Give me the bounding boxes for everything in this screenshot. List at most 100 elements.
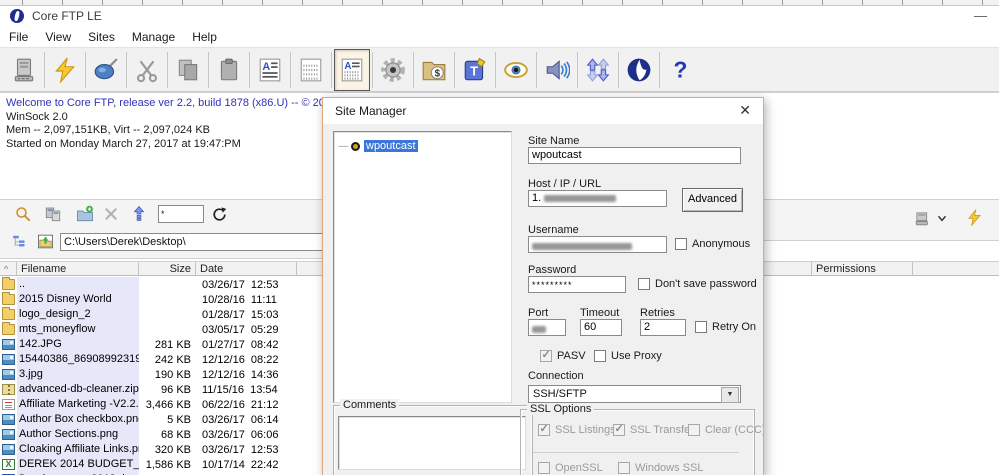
view-log-button[interactable]: A bbox=[252, 49, 288, 91]
file-name[interactable]: 2015 Disney World bbox=[17, 292, 139, 307]
timeout-input[interactable]: 60 bbox=[580, 319, 622, 336]
file-name[interactable]: mts_moneyflow bbox=[17, 322, 139, 337]
image-icon bbox=[2, 353, 15, 365]
port-input[interactable] bbox=[528, 319, 566, 336]
connection-dropdown-value: SSH/SFTP bbox=[533, 388, 587, 400]
help-button[interactable]: ? bbox=[662, 49, 698, 91]
windows-ssl-checkbox[interactable]: Windows SSL bbox=[618, 462, 703, 474]
file-name[interactable]: logo_design_2 bbox=[17, 307, 139, 322]
size-column-header[interactable]: Size bbox=[139, 262, 196, 275]
toolbar-separator bbox=[249, 51, 250, 88]
pasv-checkbox[interactable]: PASV bbox=[540, 348, 586, 362]
transfers-button[interactable] bbox=[580, 49, 616, 91]
toolbar-separator bbox=[126, 51, 127, 88]
refresh-button[interactable] bbox=[208, 203, 230, 225]
anonymous-checkbox[interactable]: Anonymous bbox=[675, 238, 750, 250]
file-date: 11/15/16 13:54 bbox=[202, 383, 278, 396]
file-name[interactable]: Author Box checkbox.png bbox=[17, 412, 139, 427]
tree-view-button[interactable] bbox=[8, 230, 30, 252]
cut-button[interactable] bbox=[129, 49, 165, 91]
search-button[interactable] bbox=[12, 203, 34, 225]
remote-host-dropdown-button[interactable] bbox=[931, 207, 953, 229]
dropdown-arrow-icon[interactable]: ▼ bbox=[721, 387, 739, 403]
ssl-listings-checkbox[interactable]: SSL Listings bbox=[538, 422, 616, 436]
hosts-button[interactable] bbox=[6, 49, 42, 91]
clear-ccc--checkbox[interactable]: Clear (CCC) bbox=[688, 424, 763, 436]
notes-button[interactable]: T bbox=[457, 49, 493, 91]
dont-save-password-checkbox[interactable]: Don't save password bbox=[638, 278, 757, 290]
notepad-icon: T bbox=[464, 57, 486, 80]
file-date: 10/17/14 22:42 bbox=[202, 458, 279, 471]
file-name[interactable]: Cloaking Affiliate Links.png bbox=[17, 442, 139, 457]
options-button[interactable] bbox=[375, 49, 411, 91]
file-name[interactable]: 142.JPG bbox=[17, 337, 139, 352]
host-input[interactable]: 1. bbox=[528, 190, 667, 207]
toolbar-separator bbox=[44, 51, 45, 88]
checkbox-box bbox=[538, 462, 550, 474]
menu-manage[interactable]: Manage bbox=[132, 28, 175, 47]
checkbox-box bbox=[688, 424, 700, 436]
file-name[interactable]: 3.jpg bbox=[17, 367, 139, 382]
excel-icon bbox=[2, 458, 15, 470]
quick-connect-button[interactable] bbox=[47, 49, 83, 91]
checkbox-label: Windows SSL bbox=[635, 462, 704, 474]
paste-icon bbox=[220, 58, 238, 80]
paste-button[interactable] bbox=[211, 49, 247, 91]
copy-button[interactable] bbox=[170, 49, 206, 91]
use-proxy-checkbox[interactable]: Use Proxy bbox=[594, 350, 662, 362]
delete-x-icon bbox=[104, 207, 118, 221]
folder-up-button[interactable] bbox=[34, 230, 56, 252]
connect-button[interactable] bbox=[88, 49, 124, 91]
comments-textarea[interactable] bbox=[338, 416, 526, 470]
permissions-column-header[interactable]: Permissions bbox=[812, 262, 913, 275]
view-button[interactable] bbox=[498, 49, 534, 91]
file-name[interactable]: 15440386_869089923194... bbox=[17, 352, 139, 367]
upload-button[interactable] bbox=[128, 203, 150, 225]
file-name[interactable]: .. bbox=[17, 277, 139, 292]
site-name-input[interactable]: wpoutcast bbox=[528, 147, 741, 164]
file-size: 320 KB bbox=[154, 443, 191, 456]
remote-quick-connect-button[interactable] bbox=[963, 206, 985, 228]
file-name[interactable]: Affiliate Marketing -V2.2.pdf bbox=[17, 397, 139, 412]
filter-input[interactable] bbox=[158, 205, 204, 223]
filename-column-header[interactable]: Filename bbox=[17, 262, 139, 275]
toolbar-separator bbox=[85, 51, 86, 88]
menu-help[interactable]: Help bbox=[192, 28, 217, 47]
sync-browse-button[interactable] bbox=[42, 203, 64, 225]
retry-on-checkbox-label: Retry On bbox=[712, 321, 757, 333]
about-button[interactable] bbox=[621, 49, 657, 91]
file-name[interactable]: DEREK 2014 BUDGET_F... bbox=[17, 457, 139, 472]
file-date: 01/27/17 08:42 bbox=[202, 338, 279, 351]
remote-host-button[interactable] bbox=[911, 207, 933, 229]
openssl-checkbox[interactable]: OpenSSL bbox=[538, 462, 603, 474]
menu-file[interactable]: File bbox=[9, 28, 28, 47]
minimize-button[interactable]: — bbox=[974, 8, 987, 23]
anonymous-checkbox-label: Anonymous bbox=[692, 238, 751, 250]
date-column-header[interactable]: Date bbox=[196, 262, 297, 275]
password-input[interactable]: ********* bbox=[528, 276, 626, 293]
ssl-transfer-checkbox[interactable]: SSL Transfer bbox=[613, 422, 694, 436]
menu-view[interactable]: View bbox=[45, 28, 71, 47]
sounds-button[interactable] bbox=[539, 49, 575, 91]
advanced-button[interactable]: Advanced bbox=[682, 188, 743, 212]
retries-input[interactable]: 2 bbox=[640, 319, 686, 336]
view-queue-button[interactable] bbox=[293, 49, 329, 91]
site-tree-item-label[interactable]: wpoutcast bbox=[364, 140, 418, 152]
site-tree[interactable]: ----- wpoutcast bbox=[333, 131, 512, 403]
new-folder-button[interactable] bbox=[74, 203, 96, 225]
sort-column-header[interactable]: ^ bbox=[0, 262, 17, 275]
retry-on-checkbox[interactable]: Retry On bbox=[695, 321, 756, 333]
view-log-queue-button[interactable]: A bbox=[334, 48, 370, 91]
file-name[interactable]: advanced-db-cleaner.zip bbox=[17, 382, 139, 397]
site-tree-item[interactable]: ----- wpoutcast bbox=[338, 140, 418, 152]
port-redacted-value bbox=[532, 325, 546, 333]
close-icon[interactable]: ✕ bbox=[739, 102, 751, 119]
menu-sites[interactable]: Sites bbox=[88, 28, 115, 47]
site-manager-button[interactable]: $ bbox=[416, 49, 452, 91]
username-input[interactable] bbox=[528, 236, 667, 253]
file-name[interactable]: Author Sections.png bbox=[17, 427, 139, 442]
connection-dropdown[interactable]: SSH/SFTP ▼ bbox=[528, 385, 741, 403]
remote-file-list-header: Permissions bbox=[763, 261, 999, 276]
username-redacted-value bbox=[532, 242, 632, 250]
delete-button[interactable] bbox=[100, 203, 122, 225]
